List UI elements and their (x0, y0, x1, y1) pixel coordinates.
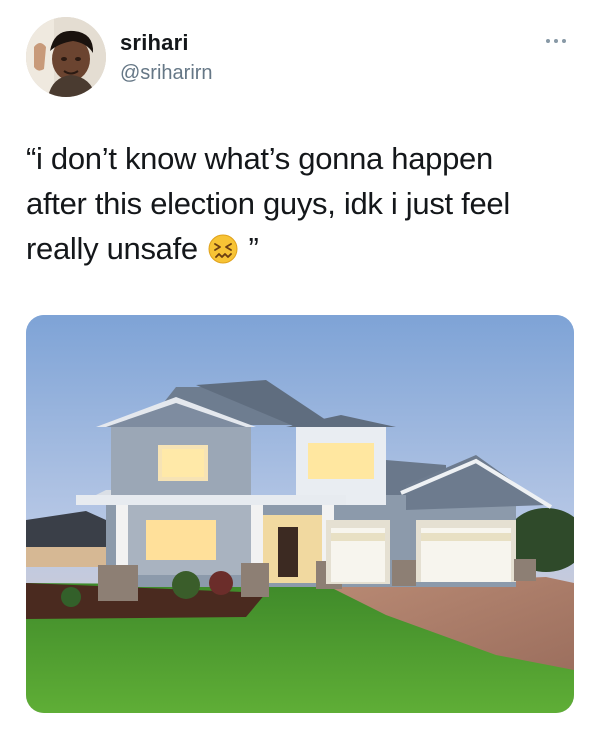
confounded-face-icon (208, 231, 238, 264)
user-handle[interactable]: @sriharirn (120, 62, 213, 85)
tweet-text-line: after this election guys, idk i just fee… (26, 186, 510, 221)
tweet-text-segment: really unsafe (26, 231, 207, 266)
display-name[interactable]: srihari (120, 30, 189, 56)
house-photo[interactable] (26, 315, 574, 713)
tweet-card: srihari @sriharirn “i don’t know what’s … (0, 0, 599, 737)
tweet-text-line: “i don’t know what’s gonna happen (26, 141, 493, 176)
tweet-text-segment: ” (240, 231, 259, 266)
more-options-icon[interactable] (546, 36, 576, 46)
tweet-text: “i don’t know what’s gonna happen after … (26, 136, 576, 271)
avatar[interactable] (26, 17, 106, 97)
tweet-text-line: really unsafe ” (26, 226, 576, 271)
